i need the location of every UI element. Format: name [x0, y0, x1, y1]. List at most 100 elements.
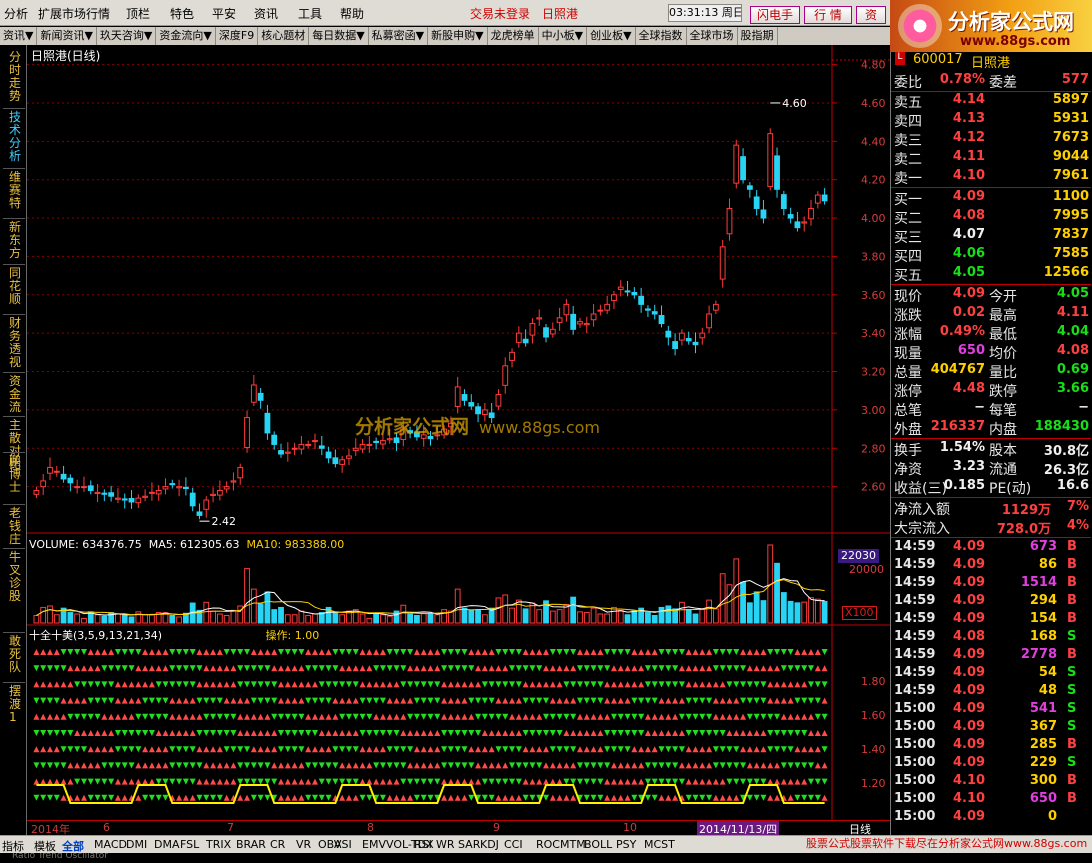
indicator-tab[interactable]: CR — [270, 838, 285, 851]
signal-arrow-down-icon — [672, 665, 679, 672]
indicator-tab[interactable]: DMA — [154, 838, 180, 851]
signal-arrow-down-icon — [447, 762, 454, 769]
signal-arrow-up-icon — [278, 681, 285, 688]
toolbar-item[interactable]: 私募密函▼ — [369, 27, 429, 45]
indicator-tab[interactable]: MTM — [560, 838, 586, 851]
buy-price[interactable]: 4.06 — [931, 246, 985, 261]
signal-arrow-down-icon — [774, 746, 781, 753]
indicator-tab[interactable]: FSL — [180, 838, 199, 851]
toolbar-item[interactable]: 创业板▼ — [587, 27, 636, 45]
nav-item[interactable]: 敢死队 — [9, 635, 24, 674]
chart-area[interactable]: 4.80 4.60 4.40 4.20 4.00 3.80 3.60 3.40 3.20 3.00… — [27, 45, 890, 837]
signal-arrow-down-icon — [699, 794, 706, 801]
sell-price[interactable]: 4.10 — [931, 168, 985, 183]
trade-login-status[interactable]: 交易未登录 — [470, 5, 530, 22]
indicator-tab[interactable]: 全部 — [62, 838, 84, 853]
nav-item[interactable]: 老钱庄 — [9, 507, 24, 546]
buy-price[interactable]: 4.05 — [931, 265, 985, 280]
indicator-tick: 1.20 — [861, 777, 886, 790]
nav-item[interactable]: 牛叉诊股 — [9, 551, 24, 603]
signal-arrow-down-icon — [135, 649, 142, 655]
toolbar-item[interactable]: 资金流向▼ — [156, 27, 216, 45]
menu-news[interactable]: 资讯 — [254, 5, 278, 22]
nav-item[interactable]: 资金流 — [9, 375, 24, 414]
toolbar-item[interactable]: 新股申购▼ — [428, 27, 488, 45]
signal-arrow-up-icon — [53, 778, 60, 785]
indicator-tab[interactable]: RSI — [414, 838, 432, 851]
indicator-tab[interactable]: ASI — [334, 838, 352, 851]
toolbar-item[interactable]: 全球市场 — [687, 27, 738, 45]
menu-analysis[interactable]: 分析 — [4, 5, 28, 22]
signal-arrow-up-icon — [121, 713, 128, 720]
toolbar-item[interactable]: 玖天咨询▼ — [97, 27, 157, 45]
menu-pingan[interactable]: 平安 — [212, 5, 236, 22]
indicator-tab[interactable]: TRIX — [206, 838, 231, 851]
indicator-tab[interactable]: 模板 — [34, 838, 56, 853]
indicator-tab[interactable]: BOLL — [584, 838, 612, 851]
sell-price[interactable]: 4.13 — [931, 111, 985, 126]
site-logo[interactable]: 分析家公式网 www.88gs.com — [890, 0, 1092, 52]
indicator-tab[interactable]: CCI — [504, 838, 523, 851]
signal-arrow-up-icon — [515, 697, 522, 704]
signal-arrow-up-icon — [529, 649, 536, 655]
menu-help[interactable]: 帮助 — [340, 5, 364, 22]
info-button[interactable]: 资 — [856, 6, 886, 24]
toolbar-item[interactable]: 资讯▼ — [0, 27, 38, 45]
flash-trade-button[interactable]: 闪电手 — [750, 6, 800, 24]
indicator-tab[interactable]: KDJ — [480, 838, 499, 851]
signal-arrow-up-icon — [808, 746, 815, 753]
indicator-tab[interactable]: MCST — [644, 838, 675, 851]
signal-arrow-up-icon — [271, 730, 278, 736]
indicator-tab[interactable]: MACD — [94, 838, 127, 851]
nav-item[interactable]: 鹏博士 — [9, 455, 24, 494]
sell-price[interactable]: 4.11 — [931, 149, 985, 164]
toolbar-item[interactable]: 每日数据▼ — [309, 27, 369, 45]
indicator-tab[interactable]: 指标 — [2, 838, 24, 853]
candle — [33, 489, 40, 495]
sell-price[interactable]: 4.14 — [931, 92, 985, 107]
toolbar-item[interactable]: 新闻资讯▼ — [37, 27, 97, 45]
indicator-tab[interactable]: WR — [436, 838, 455, 851]
nav-item[interactable]: 新东方 — [9, 221, 24, 260]
indicator-tab[interactable]: EMV — [362, 838, 386, 851]
signal-arrow-down-icon — [53, 794, 60, 801]
menu-features[interactable]: 特色 — [170, 5, 194, 22]
buy-price[interactable]: 4.09 — [931, 189, 985, 204]
toolbar-item[interactable]: 中小板▼ — [539, 27, 588, 45]
nav-item[interactable]: 分时走势 — [9, 51, 24, 103]
indicator-tab[interactable]: PSY — [616, 838, 636, 851]
indicator-tab[interactable]: DMI — [126, 838, 147, 851]
menu-extended-market[interactable]: 扩展市场行情 — [38, 5, 110, 22]
indicator-tab[interactable]: BRAR — [236, 838, 266, 851]
signal-arrow-down-icon — [651, 697, 658, 704]
stat-value: 0.185 — [943, 478, 985, 493]
signal-arrow-down-icon — [576, 665, 583, 672]
indicator-tab[interactable]: ROC — [536, 838, 560, 851]
signal-arrow-up-icon — [311, 778, 318, 785]
nav-item[interactable]: 同花顺 — [9, 267, 24, 306]
indicator-tab[interactable]: VR — [296, 838, 311, 851]
toolbar-item[interactable]: 全球指数 — [636, 27, 687, 45]
signal-arrow-up-icon — [780, 713, 787, 720]
signal-arrow-up-icon — [339, 730, 346, 736]
menu-top-bar[interactable]: 顶栏 — [126, 5, 150, 22]
indicator-tab[interactable]: SAR — [458, 838, 480, 851]
signal-arrow-up-icon — [311, 746, 318, 753]
nav-item[interactable]: 财务透视 — [9, 317, 24, 369]
toolbar-item[interactable]: 深度F9 — [216, 27, 259, 45]
tick-row: 14:59 4.09 54 S — [891, 665, 1091, 683]
stat-value: 16.6 — [1056, 478, 1089, 493]
menu-tools[interactable]: 工具 — [298, 5, 322, 22]
nav-item[interactable]: 维赛特 — [9, 171, 24, 210]
nav-item[interactable]: 摆渡1 — [9, 685, 24, 724]
sell-price[interactable]: 4.12 — [931, 130, 985, 145]
buy-price[interactable]: 4.08 — [931, 208, 985, 223]
toolbar-item[interactable]: 股指期 — [738, 27, 778, 45]
quote-button[interactable]: 行 情 — [804, 6, 852, 24]
nav-item[interactable]: 技术分析 — [9, 111, 24, 163]
buy-price[interactable]: 4.07 — [931, 227, 985, 242]
signal-arrow-up-icon — [638, 665, 645, 672]
toolbar-item[interactable]: 核心题材 — [258, 27, 310, 45]
toolbar-item[interactable]: 龙虎榜单 — [488, 27, 539, 45]
signal-arrow-down-icon — [672, 649, 679, 655]
